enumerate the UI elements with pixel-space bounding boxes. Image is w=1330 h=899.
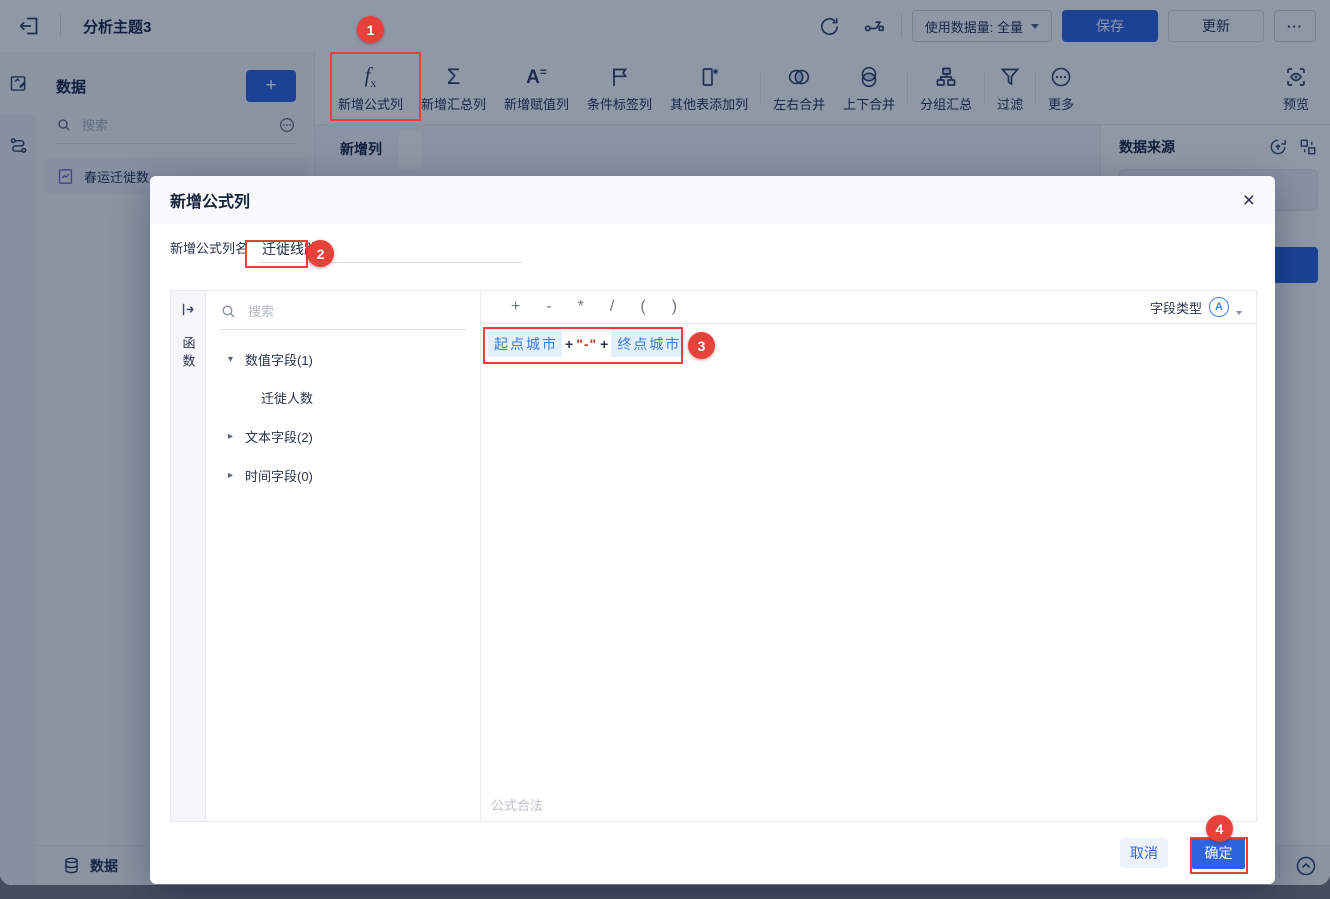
annotation-box-step3 [483,327,683,364]
field-type-a-badge-icon[interactable]: A [1209,297,1229,317]
tree-group-time[interactable]: ▸ 时间字段(0) [228,466,480,485]
chevron-down-icon [1236,311,1242,315]
annotation-box-step4 [1190,837,1248,874]
annotation-step2: 2 [307,240,334,267]
operator-bar: + - * / ( ) 字段类型 A [481,291,1256,324]
cancel-button[interactable]: 取消 [1120,838,1168,868]
field-type-label: 字段类型 [1149,300,1202,316]
tree-item-migration-count[interactable]: 迁徙人数 [261,388,480,407]
add-formula-column-dialog: 新增公式列 × 新增公式列名 函数 [150,176,1275,884]
formula-status: 公式合法 [491,798,544,813]
annotation-step4: 4 [1206,815,1233,842]
caret-down-icon[interactable]: ▾ [228,354,238,365]
operator-divide[interactable]: / [610,298,614,316]
screen: 分析主题3 使用数据量: 全量 保存 更新 ··· 数据 + 搜索 春运迁徙数 … [0,0,1330,899]
tree-group-numeric[interactable]: ▾ 数值字段(1) [228,350,480,369]
dialog-header: 新增公式列 × [150,176,1275,224]
annotation-box-step1 [330,52,421,121]
close-icon[interactable]: × [1243,190,1255,211]
operator-rparen[interactable]: ) [672,298,677,316]
formula-name-label: 新增公式列名 [170,241,249,256]
formula-editor-area: 函数 ▾ 数值字段(1) 迁徙人数 ▸ 文本字段(2) [170,290,1257,822]
tree-group-label: 时间字段(0) [245,469,313,484]
annotation-step1: 1 [357,16,384,43]
operator-times[interactable]: * [578,298,584,316]
tree-group-label: 文本字段(2) [245,430,313,445]
operator-plus[interactable]: + [511,298,520,316]
search-icon [220,303,237,320]
caret-right-icon[interactable]: ▸ [228,431,238,442]
annotation-step3: 3 [688,332,715,359]
operator-lparen[interactable]: ( [640,298,645,316]
field-search[interactable] [220,303,466,330]
caret-right-icon[interactable]: ▸ [228,470,238,481]
field-tree-panel: ▾ 数值字段(1) 迁徙人数 ▸ 文本字段(2) ▸ 时间字段(0) [206,291,481,821]
dialog-title: 新增公式列 [170,194,251,211]
expand-panel-icon[interactable] [180,301,197,318]
dialog-footer: 取消 确定 [150,822,1275,884]
tab-functions[interactable]: 函数 [179,336,198,372]
field-type-control[interactable]: 字段类型 A [1150,297,1242,317]
formula-name-row: 新增公式列名 [170,238,523,263]
function-tab-strip: 函数 [171,291,206,821]
field-search-input[interactable] [246,303,430,320]
operator-minus[interactable]: - [546,298,551,316]
tree-group-label: 数值字段(1) [245,353,313,368]
annotation-box-step2 [245,240,308,268]
tree-group-text[interactable]: ▸ 文本字段(2) [228,427,480,446]
formula-panel: + - * / ( ) 字段类型 A 起点城市 + "-" + 终点城市 公式合… [481,291,1256,821]
